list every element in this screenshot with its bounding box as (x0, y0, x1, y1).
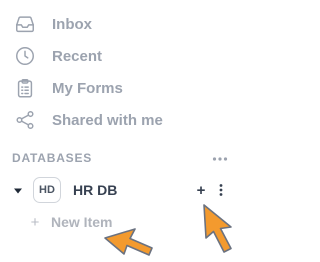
nav-item-my-forms[interactable]: My Forms (14, 76, 123, 100)
database-more-button[interactable] (214, 181, 228, 199)
caret-down-icon[interactable] (11, 184, 25, 198)
databases-more-button[interactable] (209, 149, 231, 169)
new-item-button[interactable]: + New Item (29, 211, 113, 233)
nav-item-recent-label: Recent (52, 47, 103, 65)
inbox-icon (14, 13, 36, 35)
nav-item-shared-with-me[interactable]: Shared with me (14, 108, 163, 132)
share-icon (14, 109, 36, 131)
mouse-cursor-icon (104, 228, 153, 256)
databases-section-header: DATABASES (12, 151, 93, 165)
nav-item-my-forms-label: My Forms (52, 79, 123, 97)
nav-item-shared-with-me-label: Shared with me (52, 111, 163, 129)
nav-item-inbox[interactable]: Inbox (14, 12, 92, 36)
nav-item-inbox-label: Inbox (52, 15, 92, 33)
clipboard-icon (14, 77, 36, 99)
ellipsis-horizontal-icon (212, 157, 228, 161)
ellipsis-vertical-icon (219, 184, 223, 196)
database-badge: HD (33, 177, 61, 203)
database-row-hr-db[interactable]: HD HR DB + (0, 177, 255, 205)
mouse-cursor-icon (203, 204, 232, 253)
nav-item-recent[interactable]: Recent (14, 44, 102, 68)
add-item-button[interactable]: + (193, 181, 209, 199)
plus-icon: + (30, 213, 40, 231)
database-name[interactable]: HR DB (73, 182, 117, 198)
sidebar: Inbox Recent My Forms Shared with me DAT… (0, 0, 255, 262)
clock-icon (14, 45, 36, 67)
